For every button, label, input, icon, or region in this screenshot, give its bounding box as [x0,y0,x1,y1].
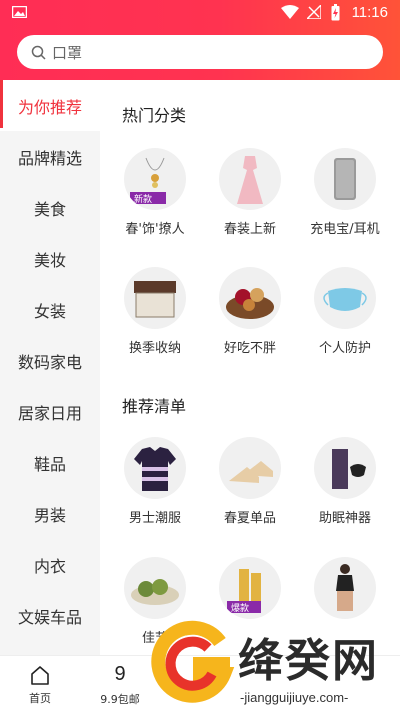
sidebar-item-label: 美食 [33,199,66,219]
heels-icon [229,461,273,483]
watermark-logo [151,620,235,703]
sidebar-item-recommended[interactable]: 为你推荐 [0,80,100,131]
sidebar-item-label: 为你推荐 [17,97,82,117]
cosmetics-thumbnail: 爆款 [219,557,281,619]
cosmetics-icon: 爆款 [227,569,261,614]
signal-icon [307,5,321,19]
sidebar-item-food[interactable]: 美食 [0,182,100,233]
category-item[interactable]: 充电宝/耳机 [297,148,393,237]
sidebar-item-label: 女装 [33,301,66,321]
recommend-item[interactable]: 男士潮服 [107,437,203,526]
search-placeholder: 口罩 [52,43,83,62]
watermark-text: 绛癸网 [238,634,380,687]
search-icon [31,45,46,60]
header-bar: 11:16 口罩 [0,0,400,80]
status-bar: 11:16 [0,0,400,26]
category-item[interactable]: 好吃不胖 [202,267,298,356]
recommend-label: 助眠神器 [318,511,371,526]
sleep-aid-icon [332,449,366,489]
recommend-label: 春夏单品 [223,511,276,526]
category-item[interactable]: 新款 春'饰'撩人 [107,148,203,237]
power-bank-icon [334,158,356,200]
dried-fruit-icon [226,288,274,319]
sportswear-icon [336,564,354,611]
sidebar-item-brand[interactable]: 品牌精选 [0,131,100,182]
search-bar[interactable]: 口罩 [17,35,383,69]
mooncake-thumbnail [124,557,186,619]
nav-nine-nine[interactable]: 9 9.9包邮 [80,656,160,711]
category-item[interactable]: 春装上新 [202,148,298,237]
watermark-url: -jiangguijiuye.com- [240,690,349,705]
category-item[interactable]: 个人防护 [297,267,393,356]
category-content: 热门分类 新款 春'饰'撩人 春装上新 充电宝/耳机 换季收纳 好吃不胖 个人防… [100,80,400,655]
category-label: 好吃不胖 [223,341,276,356]
wifi-icon [281,5,299,19]
nav-home[interactable]: 首页 [0,656,80,711]
sidebar-item-label: 居家日用 [17,403,82,423]
category-label: 春'饰'撩人 [125,222,185,237]
sidebar-item-label: 美妆 [33,250,66,270]
recommend-label: 男士潮服 [128,511,181,526]
recommend-item[interactable] [297,557,393,619]
power-bank-thumbnail [314,148,376,210]
necklace-thumbnail: 新款 [124,148,186,210]
necklace-icon: 新款 [130,157,166,205]
recommend-item[interactable]: 助眠神器 [297,437,393,526]
shoes-thumbnail [219,437,281,499]
hot-badge: 爆款 [231,602,249,614]
sidebar-item-label: 内衣 [33,556,66,576]
sleep-aid-thumbnail [314,437,376,499]
sidebar-item-label: 品牌精选 [17,148,82,168]
sidebar-item-label: 鞋品 [33,454,66,474]
nav-home-label: 首页 [29,692,51,705]
home-icon [31,666,49,685]
image-notification-icon [12,6,27,18]
category-label: 换季收纳 [128,341,181,356]
storage-box-thumbnail [124,267,186,329]
storage-box-icon [134,281,176,318]
sidebar-item-label: 数码家电 [17,352,82,372]
face-mask-icon [323,288,367,311]
sidebar-item-label: 文娱车品 [17,607,82,627]
category-label: 个人防护 [318,341,371,356]
recommend-item[interactable]: 春夏单品 [202,437,298,526]
battery-charging-icon [331,4,340,21]
polo-shirt-thumbnail [124,437,186,499]
app-root: 11:16 口罩 为你推荐 品牌精选 美食 美妆 女装 数码家电 居家日用 鞋品… [0,0,400,711]
sidebar-item-shoes[interactable]: 鞋品 [0,437,100,488]
sidebar-item-label: 男装 [33,505,66,525]
category-item[interactable]: 换季收纳 [107,267,203,356]
nine-nine-icon: 9 [114,663,126,685]
new-badge: 新款 [134,193,152,205]
category-sidebar: 为你推荐 品牌精选 美食 美妆 女装 数码家电 居家日用 鞋品 男装 内衣 文娱… [0,80,100,655]
sidebar-item-home[interactable]: 居家日用 [0,386,100,437]
dried-fruit-thumbnail [219,267,281,329]
sidebar-item-entertainment-auto[interactable]: 文娱车品 [0,590,100,641]
status-time: 11:16 [351,4,388,21]
sidebar-item-womenswear[interactable]: 女装 [0,284,100,335]
watermark: 绛癸网 -jiangguijiuye.com- [150,620,400,711]
mooncake-icon [131,579,179,605]
category-label: 充电宝/耳机 [310,222,380,237]
recommend-item[interactable]: 爆款 [202,557,298,619]
dress-thumbnail [219,148,281,210]
section-title-recommend: 推荐清单 [122,397,187,416]
sidebar-item-underwear[interactable]: 内衣 [0,539,100,590]
sidebar-item-beauty[interactable]: 美妆 [0,233,100,284]
category-label: 春装上新 [223,222,276,237]
dress-icon [237,156,263,204]
mask-thumbnail [314,267,376,329]
section-title-hot: 热门分类 [122,106,187,125]
sidebar-item-digital[interactable]: 数码家电 [0,335,100,386]
nav-nine-nine-label: 9.9包邮 [100,693,140,706]
sidebar-item-menswear[interactable]: 男装 [0,488,100,539]
sportswear-thumbnail [314,557,376,619]
polo-shirt-icon [134,447,176,491]
